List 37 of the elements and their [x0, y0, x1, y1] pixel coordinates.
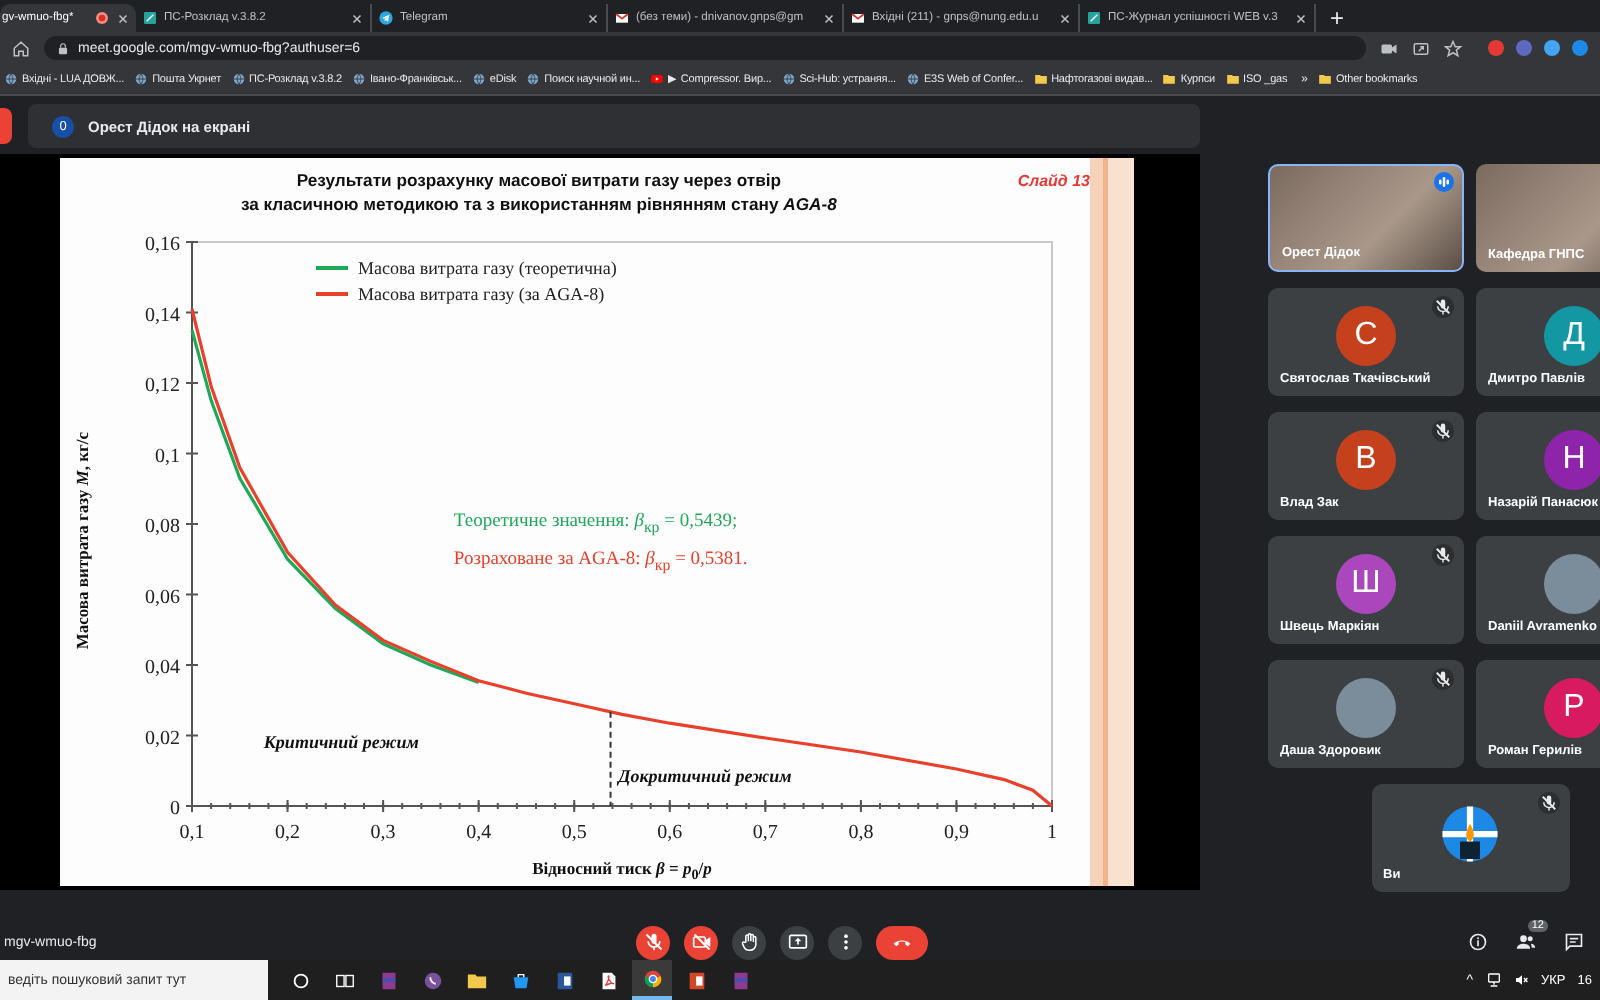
axis-tick-label: 0,5	[561, 822, 587, 844]
axis-tick-label: 0,8	[848, 822, 874, 844]
axis-tick-label: 0,6	[657, 822, 683, 844]
axis-tick-label: 0,02	[145, 727, 180, 750]
chart-note: Розраховане за AGA-8: β$_{кр}$ = 0,5381.	[453, 549, 748, 573]
axis-tick-label: 0,1	[179, 822, 205, 844]
slide-number: Слайд 13	[1015, 170, 1090, 190]
axis-tick-label: 1	[1047, 822, 1057, 844]
axis-tick-label: 0,14	[145, 304, 180, 327]
axis-tick-label: 0,08	[145, 516, 180, 538]
region-label: Докритичний режим	[618, 766, 792, 787]
axis-tick-label: 0,3	[370, 822, 396, 844]
axis-tick-label: 0,04	[145, 657, 180, 679]
avatar: Д	[1544, 306, 1600, 366]
avatar: С	[1336, 306, 1396, 366]
legend-label: Масова витрата газу (за AGA-8)	[358, 284, 605, 304]
slide-title: за класичною методикою та з використанням рівнянням стану AGA-8	[238, 192, 839, 216]
axis-tick-label: 0,1	[155, 445, 180, 468]
legend-label: Масова витрата газу (теоретична)	[358, 258, 617, 278]
axis-tick-label: 0,06	[145, 586, 180, 609]
axis-tick-label: 0,7	[752, 822, 778, 844]
region-label: Критичний режим	[263, 732, 419, 753]
axis-tick-label: 0,16	[145, 234, 180, 256]
axis-title: Масова витрата газу M, кг/с	[72, 431, 92, 649]
slide-title: Результати розрахунку масової витрати газу через отвір	[294, 168, 783, 192]
axis-title: Відносний тиск β = p$_{0}$/p	[530, 858, 712, 886]
axis-tick-label: 0,2	[275, 822, 301, 844]
new-tab-button[interactable]: +	[1322, 4, 1353, 32]
axis-tick-label: 0,9	[943, 822, 969, 844]
axis-tick-label: 0,4	[466, 822, 492, 844]
chart-note: Теоретичне значення: β$_{кр}$ = 0,5439;	[453, 512, 738, 536]
avatar: Ш	[1336, 554, 1396, 614]
avatar: Р	[1544, 678, 1600, 738]
axis-tick-label: 0,12	[145, 375, 180, 397]
axis-tick-label: 0	[170, 798, 180, 820]
avatar: В	[1336, 430, 1396, 490]
avatar: Н	[1544, 430, 1600, 490]
